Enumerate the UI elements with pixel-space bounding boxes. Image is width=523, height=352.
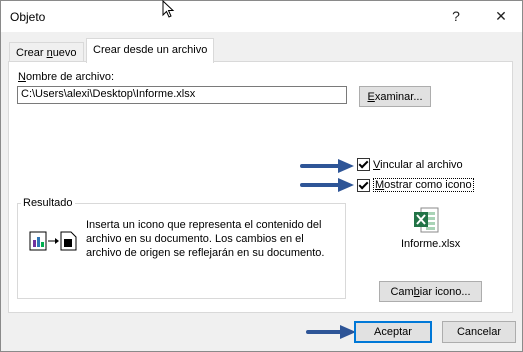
ok-button[interactable]: Aceptar xyxy=(354,321,432,343)
checkbox-checked-icon[interactable] xyxy=(357,178,370,192)
insert-as-icon-illustration xyxy=(29,231,77,251)
tab-crear-nuevo[interactable]: Crear nuevo xyxy=(9,42,84,62)
link-label-post: incular al archivo xyxy=(380,158,463,171)
link-to-file-label: Vincular al archivo xyxy=(373,159,463,171)
checkbox-checked-icon[interactable] xyxy=(357,158,370,171)
icon-label-post: ostrar como icono xyxy=(384,179,472,191)
file-path-input[interactable]: C:\Users\alexi\Desktop\Informe.xlsx xyxy=(17,86,347,104)
close-button[interactable]: ✕ xyxy=(487,4,515,28)
change-icon-label-pre: Cam xyxy=(390,285,414,298)
browse-label-post: xaminar... xyxy=(374,90,423,103)
file-name-label: Nombre de archivo: xyxy=(18,71,114,83)
link-to-file-checkbox[interactable]: Vincular al archivo xyxy=(357,158,463,171)
browse-button[interactable]: Examinar... xyxy=(359,86,431,107)
file-label-post: ombre de archivo: xyxy=(25,71,114,83)
title-bar: Objeto ? ✕ xyxy=(1,1,522,32)
tab-crear-desde-archivo[interactable]: Crear desde un archivo xyxy=(86,38,215,63)
excel-file-icon xyxy=(414,207,439,233)
dialog-title: Objeto xyxy=(10,10,46,24)
display-as-icon-label: Mostrar como icono xyxy=(373,178,474,192)
icon-label-accel: M xyxy=(375,179,385,191)
arrow-icon xyxy=(300,178,354,192)
file-icon-label: Informe.xlsx xyxy=(401,238,461,250)
arrow-icon xyxy=(306,325,356,339)
help-button[interactable]: ? xyxy=(442,4,470,28)
tab-label: Crear xyxy=(16,47,47,59)
file-label-accel: N xyxy=(18,71,26,83)
change-icon-button[interactable]: Cam b iar icono... xyxy=(379,281,482,302)
display-as-icon-checkbox[interactable]: Mostrar como icono xyxy=(357,178,474,192)
result-description: Inserta un icono que representa el conte… xyxy=(86,219,325,259)
tab-label: Crear desde un archivo xyxy=(93,44,208,56)
change-icon-label-post: iar icono... xyxy=(419,285,471,298)
cancel-button[interactable]: Cancelar xyxy=(442,321,516,343)
arrow-icon xyxy=(300,159,354,173)
tab-label: uevo xyxy=(52,47,77,59)
mouse-cursor-icon xyxy=(162,0,175,18)
browse-label-accel: E xyxy=(367,90,375,103)
result-legend: Resultado xyxy=(21,197,75,209)
